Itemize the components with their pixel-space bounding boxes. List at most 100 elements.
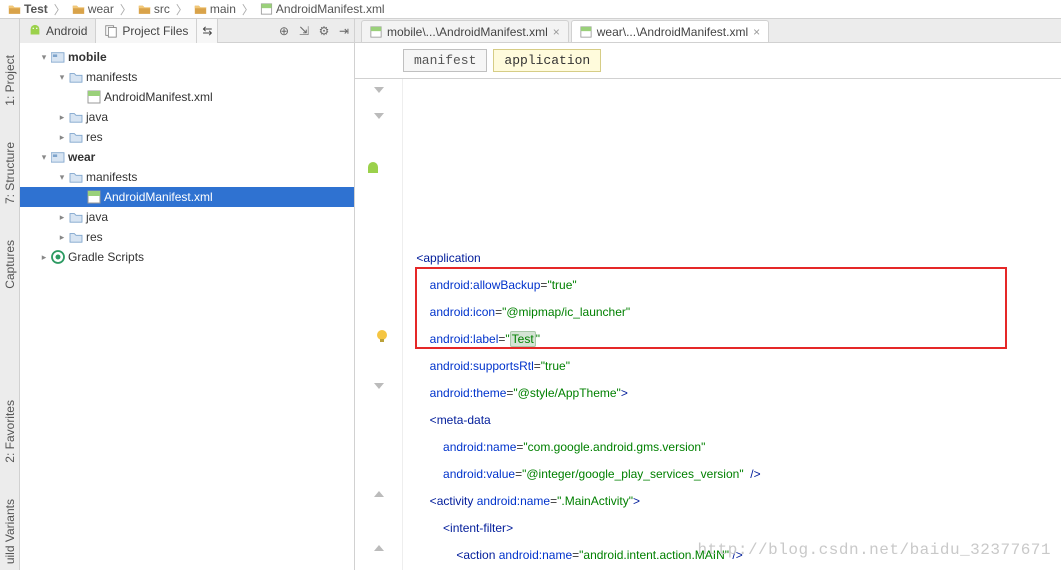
tool-window-label: 7: Structure bbox=[3, 142, 17, 204]
gradle-icon bbox=[50, 250, 66, 264]
collapse-all-button[interactable]: ⊕ bbox=[274, 19, 294, 43]
files-icon bbox=[104, 24, 118, 38]
code-line[interactable]: android:theme="@style/AppTheme"> bbox=[403, 380, 1061, 407]
breadcrumb-item[interactable]: src bbox=[134, 2, 174, 16]
editor-area: mobile\...\AndroidManifest.xml × wear\..… bbox=[355, 19, 1061, 570]
expand-arrow-icon[interactable]: ▸ bbox=[38, 247, 50, 267]
close-icon[interactable]: × bbox=[553, 25, 560, 39]
tree-row[interactable]: ▾wear bbox=[20, 147, 354, 167]
tool-window-structure[interactable]: 7: Structure bbox=[3, 136, 17, 210]
tree-row[interactable]: ▸ Gradle Scripts bbox=[20, 247, 354, 267]
code-line[interactable]: android:allowBackup="true" bbox=[403, 272, 1061, 299]
breadcrumb-label: src bbox=[154, 2, 170, 16]
editor-tab-label: mobile\...\AndroidManifest.xml bbox=[387, 25, 548, 39]
tree-label: res bbox=[84, 127, 103, 147]
expand-arrow-icon[interactable]: ▸ bbox=[56, 227, 68, 247]
code-line[interactable]: android:label="Test" bbox=[403, 326, 1061, 353]
tree-row[interactable]: ▸ res bbox=[20, 227, 354, 247]
xml-file-icon bbox=[580, 26, 592, 38]
expand-arrow-icon[interactable]: ▾ bbox=[56, 167, 68, 187]
expand-arrow-icon[interactable]: ▸ bbox=[56, 207, 68, 227]
bulb-icon[interactable] bbox=[375, 329, 389, 343]
fold-handle-icon[interactable] bbox=[374, 383, 384, 393]
tab-android[interactable]: Android bbox=[20, 19, 96, 43]
tab-more[interactable]: ⇆ bbox=[197, 19, 218, 43]
code-editor[interactable]: http://blog.csdn.net/baidu_32377671 <app… bbox=[355, 79, 1061, 570]
fold-handle-icon[interactable] bbox=[374, 491, 384, 501]
code-line[interactable]: <activity android:name=".MainActivity"> bbox=[403, 488, 1061, 515]
expand-arrow-icon[interactable]: ▾ bbox=[56, 67, 68, 87]
tree-row[interactable]: ▾manifests bbox=[20, 67, 354, 87]
code-line[interactable]: android:supportsRtl="true" bbox=[403, 353, 1061, 380]
xml-icon bbox=[86, 90, 102, 104]
hide-button[interactable]: ⇥ bbox=[334, 19, 354, 43]
breadcrumb-item[interactable]: main bbox=[190, 2, 240, 16]
code-line[interactable]: <action android:name="android.intent.act… bbox=[403, 542, 1061, 569]
project-tree[interactable]: ▾mobile▾manifestsAndroidManifest.xml▸jav… bbox=[20, 43, 354, 570]
folder-icon bbox=[68, 131, 84, 143]
tree-row[interactable]: ▸ java bbox=[20, 107, 354, 127]
breadcrumb-item[interactable]: Test bbox=[4, 2, 52, 16]
crumb-manifest[interactable]: manifest bbox=[403, 49, 487, 72]
folder-icon bbox=[68, 111, 84, 123]
code-line[interactable]: android:name="com.google.android.gms.ver… bbox=[403, 434, 1061, 461]
tool-window-project[interactable]: 1: Project bbox=[3, 49, 17, 112]
code-content[interactable]: http://blog.csdn.net/baidu_32377671 <app… bbox=[403, 79, 1061, 570]
expand-button[interactable]: ⇲ bbox=[294, 19, 314, 43]
tree-label: java bbox=[84, 107, 108, 127]
tab-project-files[interactable]: Project Files bbox=[96, 19, 197, 43]
android-run-icon[interactable] bbox=[365, 161, 381, 177]
close-icon[interactable]: × bbox=[753, 25, 760, 39]
code-line[interactable]: <intent-filter> bbox=[403, 515, 1061, 542]
folder-icon bbox=[8, 3, 21, 15]
code-line[interactable]: <application bbox=[403, 245, 1061, 272]
tab-label: Android bbox=[46, 24, 87, 38]
module-icon bbox=[50, 151, 66, 163]
tool-window-label: 1: Project bbox=[3, 55, 17, 106]
expand-arrow-icon[interactable]: ▾ bbox=[38, 47, 50, 67]
tool-window-strip: 1: Project 7: Structure Captures 2: Favo… bbox=[0, 19, 20, 570]
tree-row[interactable]: AndroidManifest.xml bbox=[20, 187, 354, 207]
folder-icon bbox=[68, 231, 84, 243]
expand-arrow-icon[interactable]: ▸ bbox=[56, 107, 68, 127]
fold-handle-icon[interactable] bbox=[374, 545, 384, 555]
expand-arrow-icon[interactable]: ▾ bbox=[38, 147, 50, 167]
breadcrumb-item[interactable]: wear bbox=[68, 2, 118, 16]
tree-row[interactable]: ▸ java bbox=[20, 207, 354, 227]
fold-handle-icon[interactable] bbox=[374, 113, 384, 123]
module-icon bbox=[50, 51, 66, 63]
tree-label: res bbox=[84, 227, 103, 247]
tool-window-captures[interactable]: Captures bbox=[3, 234, 17, 295]
tree-label: java bbox=[84, 207, 108, 227]
tree-label: Gradle Scripts bbox=[66, 247, 144, 267]
editor-tabs: mobile\...\AndroidManifest.xml × wear\..… bbox=[355, 19, 1061, 43]
tree-row[interactable]: AndroidManifest.xml bbox=[20, 87, 354, 107]
breadcrumb-item[interactable]: AndroidManifest.xml bbox=[256, 2, 389, 16]
xml-file-icon bbox=[370, 26, 382, 38]
folder-icon bbox=[72, 3, 85, 15]
gear-icon: ⚙ bbox=[319, 24, 330, 38]
tool-window-label: uild Variants bbox=[3, 499, 17, 564]
settings-button[interactable]: ⚙ bbox=[314, 19, 334, 43]
code-line[interactable] bbox=[403, 218, 1061, 245]
fold-handle-icon[interactable] bbox=[374, 87, 384, 97]
code-line[interactable]: android:value="@integer/google_play_serv… bbox=[403, 461, 1061, 488]
folder-icon bbox=[194, 3, 207, 15]
crumb-application[interactable]: application bbox=[493, 49, 601, 72]
folder-icon bbox=[68, 171, 84, 183]
tree-label: mobile bbox=[66, 47, 107, 67]
code-line[interactable]: android:icon="@mipmap/ic_launcher" bbox=[403, 299, 1061, 326]
expand-arrow-icon[interactable]: ▸ bbox=[56, 127, 68, 147]
breadcrumb-label: main bbox=[210, 2, 236, 16]
editor-tab[interactable]: mobile\...\AndroidManifest.xml × bbox=[361, 20, 569, 42]
chevron-right-icon: 〉 bbox=[118, 1, 134, 18]
tool-window-variants[interactable]: uild Variants bbox=[3, 493, 17, 570]
tree-row[interactable]: ▸ res bbox=[20, 127, 354, 147]
xml-file-icon bbox=[260, 3, 273, 15]
tree-row[interactable]: ▾ mobile bbox=[20, 47, 354, 67]
editor-tab[interactable]: wear\...\AndroidManifest.xml × bbox=[571, 20, 769, 42]
tool-window-favorites[interactable]: 2: Favorites bbox=[3, 394, 17, 469]
tree-row[interactable]: ▾manifests bbox=[20, 167, 354, 187]
tree-label: AndroidManifest.xml bbox=[102, 187, 213, 207]
code-line[interactable]: <meta-data bbox=[403, 407, 1061, 434]
